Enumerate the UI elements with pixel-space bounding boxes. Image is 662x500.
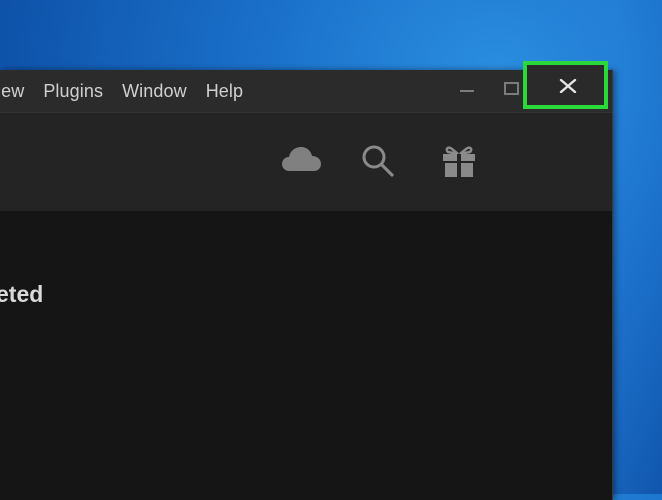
menu-bar: iew Plugins Window Help — [0, 70, 262, 112]
app-window: iew Plugins Window Help — [0, 61, 613, 500]
close-icon — [559, 79, 577, 93]
minimize-button[interactable] — [449, 70, 485, 112]
main-content: eted — [0, 211, 612, 500]
maximize-button[interactable] — [496, 70, 526, 112]
menu-view[interactable]: iew — [0, 81, 24, 102]
menu-plugins[interactable]: Plugins — [43, 81, 103, 102]
maximize-icon — [504, 82, 519, 95]
menu-help[interactable]: Help — [206, 81, 243, 102]
close-button[interactable] — [523, 61, 608, 109]
search-icon[interactable] — [361, 144, 395, 178]
section-heading: eted — [0, 281, 44, 307]
gift-icon[interactable] — [442, 144, 476, 178]
cloud-icon[interactable] — [282, 146, 322, 172]
menu-window[interactable]: Window — [122, 81, 187, 102]
toolbar — [0, 113, 612, 211]
minimize-icon — [460, 90, 474, 92]
title-bar: iew Plugins Window Help — [0, 61, 612, 113]
